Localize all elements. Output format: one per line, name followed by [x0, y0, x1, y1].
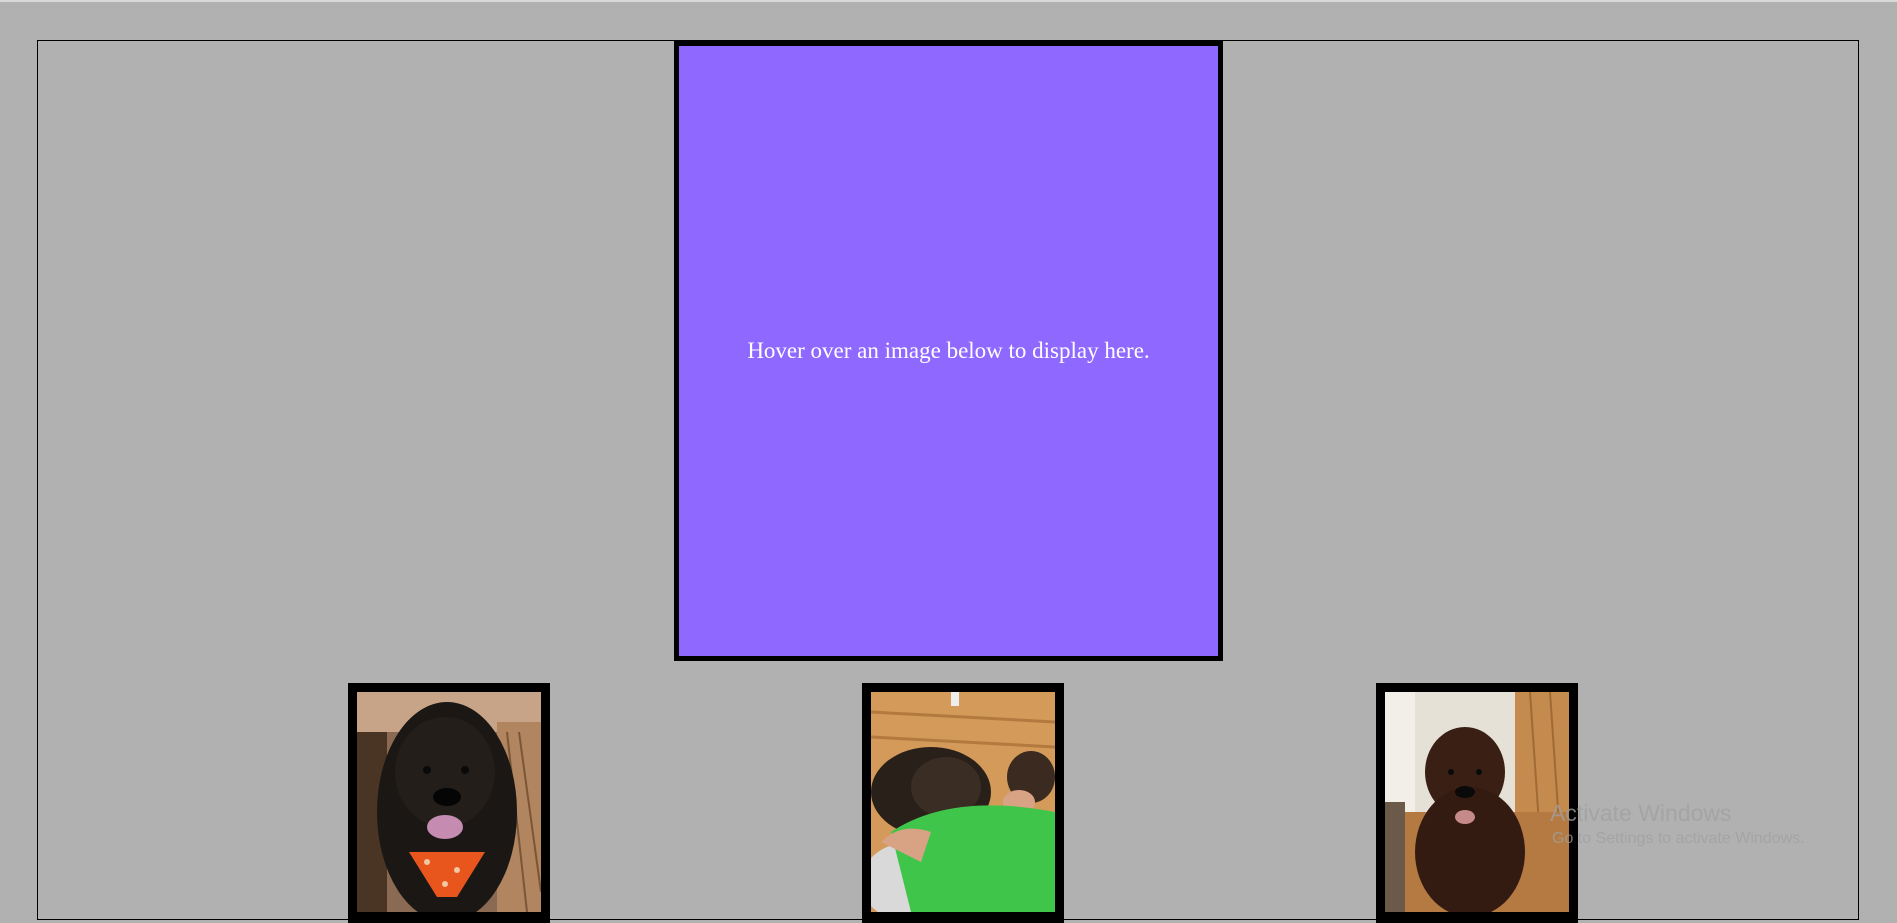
- browser-top-edge: [0, 0, 1897, 2]
- thumbnail-image-3[interactable]: [1376, 683, 1578, 923]
- preview-instruction-text: Hover over an image below to display her…: [747, 338, 1150, 363]
- thumbnail-image-2[interactable]: [862, 683, 1064, 923]
- dog-bandana-photo: [357, 692, 541, 912]
- dog-sitting-photo: [1385, 692, 1569, 912]
- child-hugging-dog-photo: [871, 692, 1055, 912]
- thumbnail-image-1[interactable]: [348, 683, 550, 923]
- image-preview-panel: Hover over an image below to display her…: [674, 41, 1223, 661]
